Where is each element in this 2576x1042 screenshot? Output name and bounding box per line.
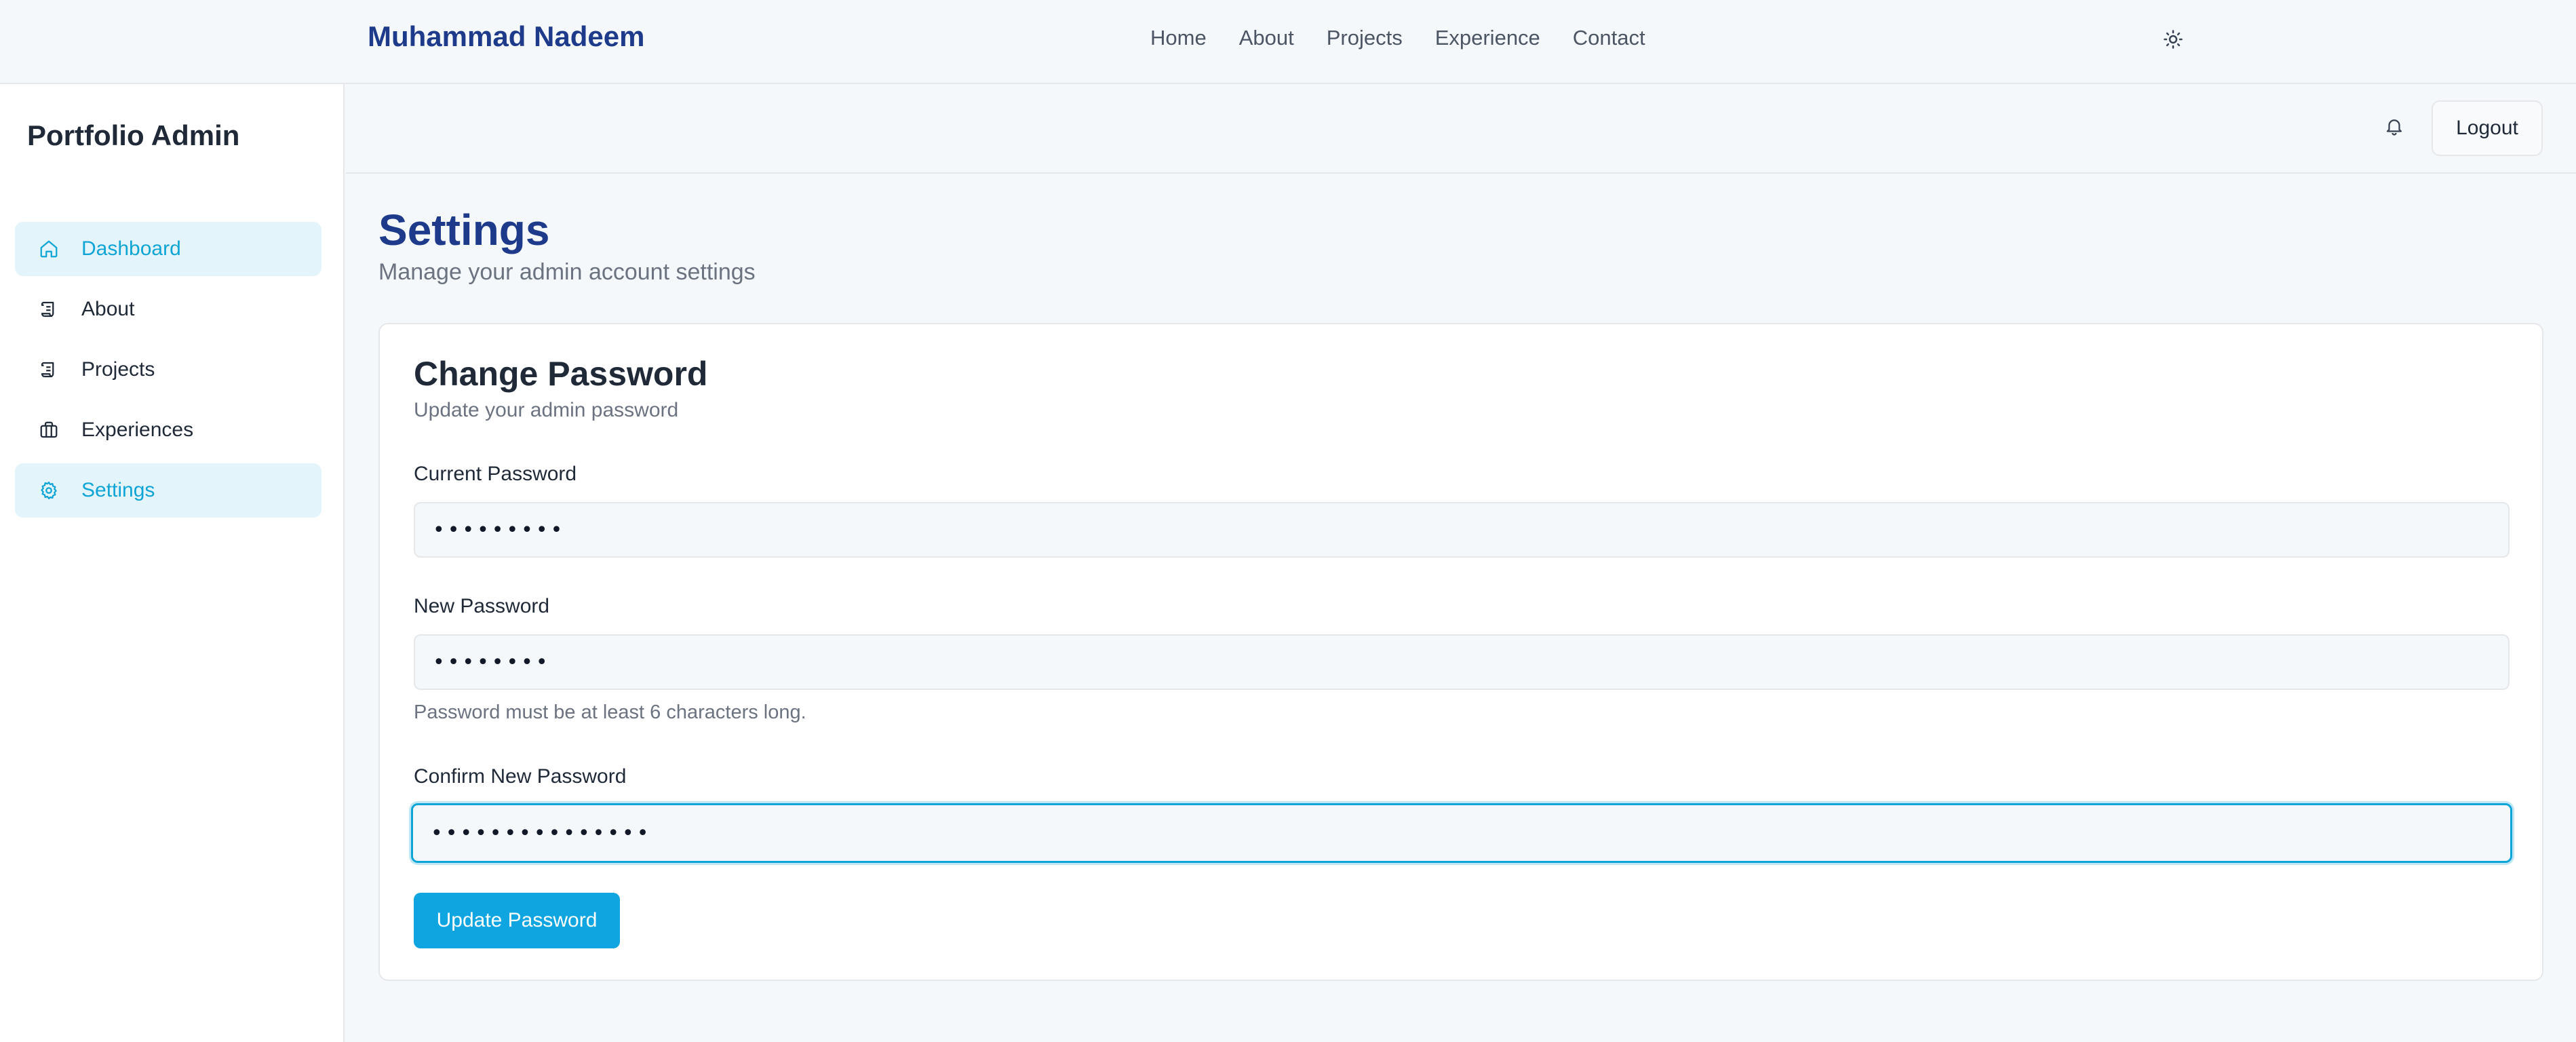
top-nav: Home About Projects Experience Contact [1150, 26, 1645, 50]
sidebar-title: Portfolio Admin [27, 119, 240, 151]
theme-toggle-button[interactable] [2161, 27, 2185, 52]
sidebar: Portfolio Admin Dashboard About Projects… [0, 84, 345, 1042]
sidebar-menu: Dashboard About Projects Experiences Set… [15, 222, 321, 524]
current-password-input[interactable] [414, 502, 2510, 558]
confirm-password-label: Confirm New Password [414, 765, 627, 788]
current-password-label: Current Password [414, 463, 577, 485]
change-password-card: Change Password Update your admin passwo… [378, 323, 2543, 981]
sidebar-item-label: Settings [81, 479, 155, 501]
sidebar-item-label: Experiences [81, 419, 194, 441]
brand-name[interactable]: Muhammad Nadeem [368, 20, 644, 53]
gear-icon [38, 480, 60, 501]
new-password-label: New Password [414, 595, 550, 617]
briefcase-icon [38, 419, 60, 441]
logout-button[interactable]: Logout [2432, 100, 2543, 156]
sun-icon [2164, 30, 2183, 49]
page-subtitle: Manage your admin account settings [378, 259, 756, 285]
nav-contact-link[interactable]: Contact [1573, 26, 1645, 50]
sidebar-item-dashboard[interactable]: Dashboard [15, 222, 321, 276]
nav-experience-link[interactable]: Experience [1435, 26, 1540, 50]
home-icon [38, 238, 60, 260]
sidebar-item-about[interactable]: About [15, 282, 321, 336]
scroll-icon [38, 298, 60, 320]
nav-projects-link[interactable]: Projects [1327, 26, 1403, 50]
new-password-input[interactable] [414, 634, 2510, 690]
main-header [346, 84, 2576, 174]
card-title: Change Password [414, 355, 708, 393]
sidebar-item-experiences[interactable]: Experiences [15, 403, 321, 457]
nav-about-link[interactable]: About [1239, 26, 1294, 50]
nav-home-link[interactable]: Home [1150, 26, 1207, 50]
confirm-password-input[interactable] [411, 803, 2512, 863]
password-hint: Password must be at least 6 characters l… [414, 701, 806, 723]
sidebar-item-label: Dashboard [81, 237, 181, 260]
scroll-icon [38, 359, 60, 381]
update-password-button[interactable]: Update Password [414, 893, 620, 948]
sidebar-item-projects[interactable]: Projects [15, 343, 321, 397]
sidebar-item-settings[interactable]: Settings [15, 463, 321, 518]
top-navbar: Muhammad Nadeem Home About Projects Expe… [0, 0, 2576, 84]
bell-icon [2386, 119, 2402, 136]
sidebar-item-label: Projects [81, 358, 155, 381]
card-subtitle: Update your admin password [414, 399, 679, 421]
notifications-button[interactable] [2382, 113, 2406, 140]
sidebar-item-label: About [81, 298, 135, 320]
page-title: Settings [378, 206, 550, 254]
